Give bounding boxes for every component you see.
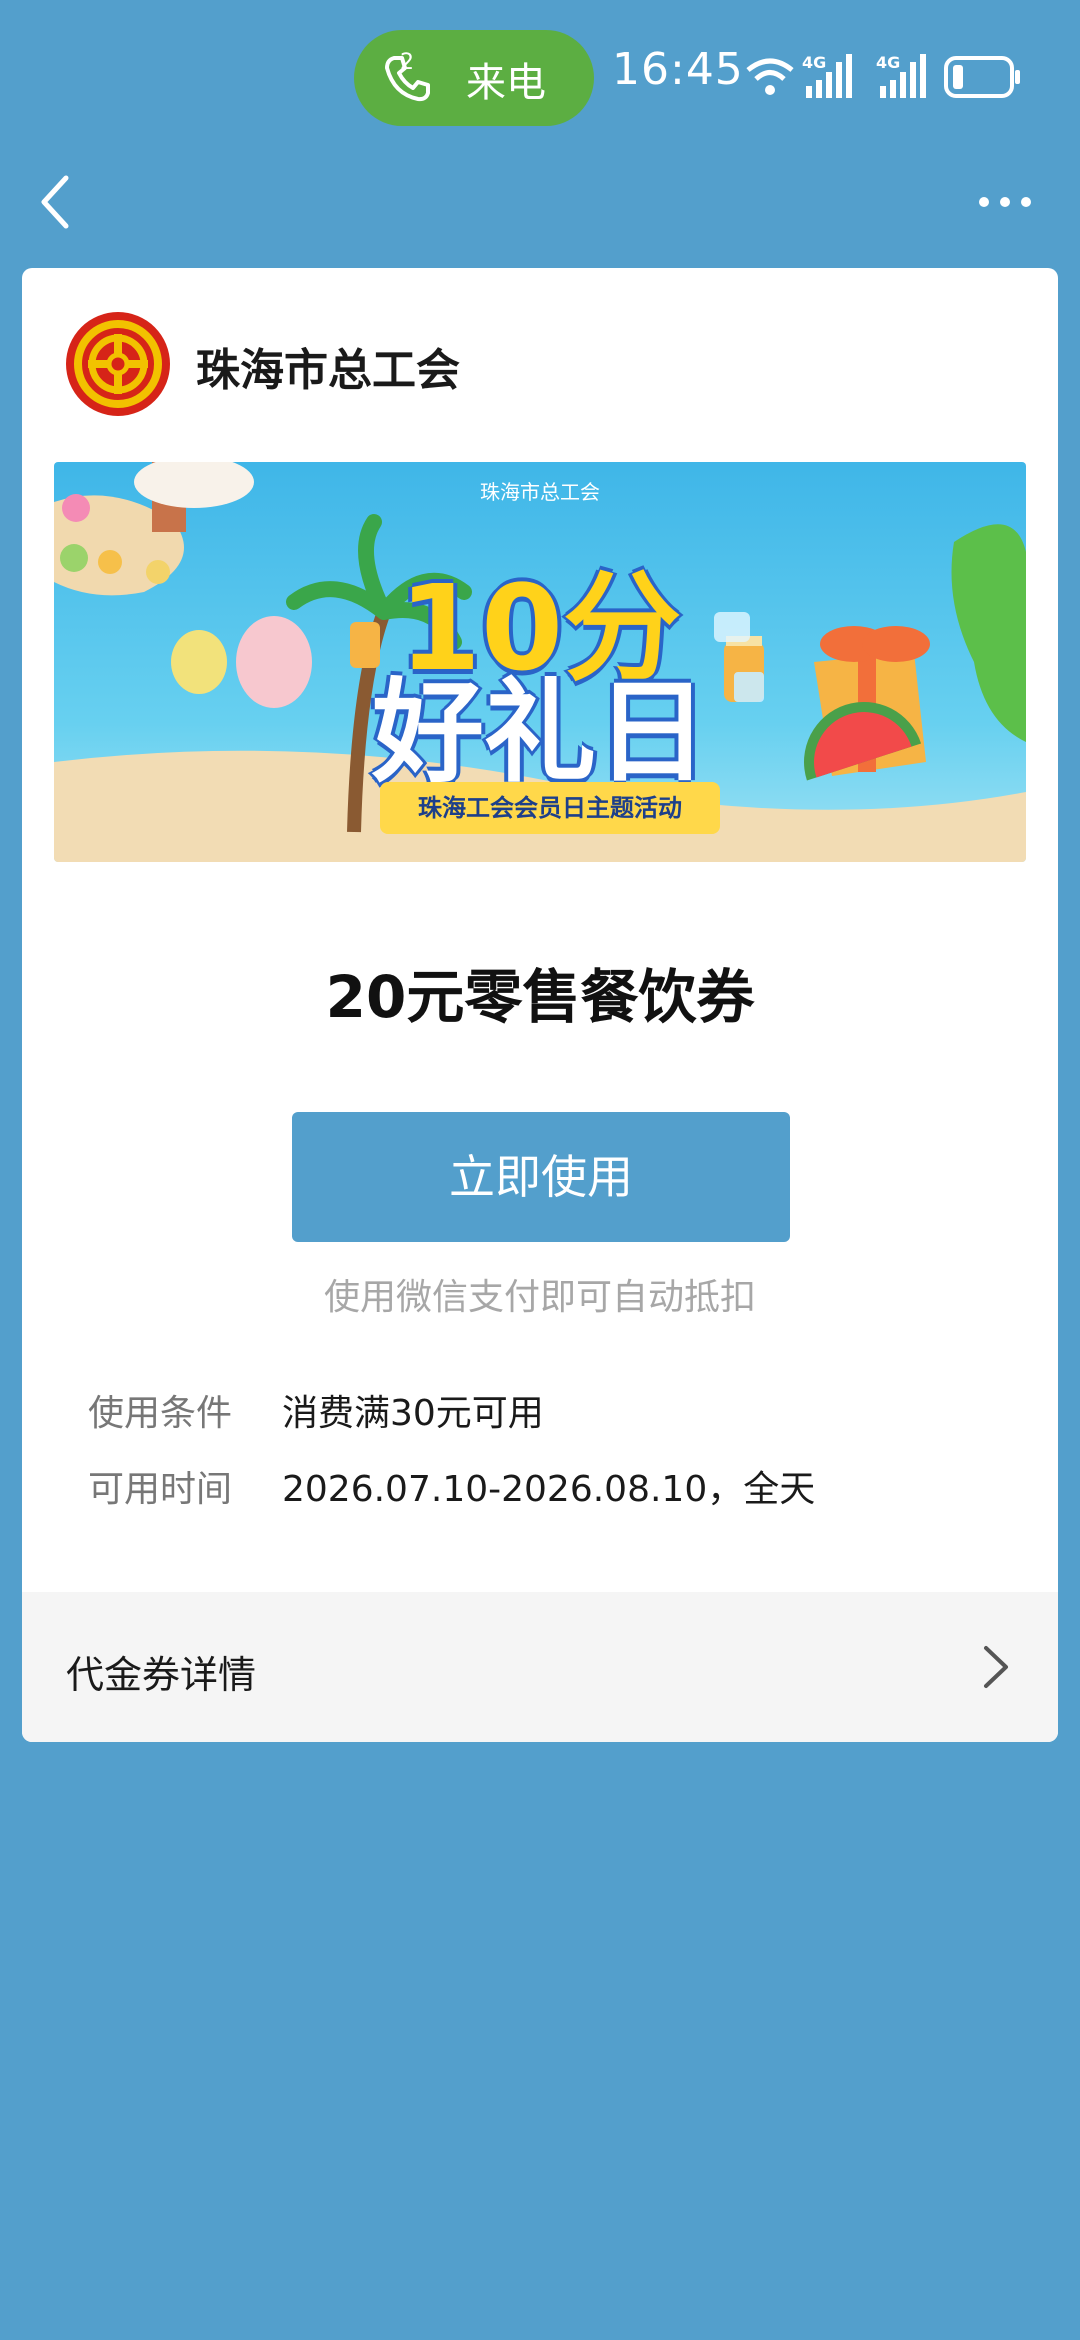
coupon-details-label: 代金券详情 xyxy=(66,1653,257,1697)
org-name: 珠海市总工会 xyxy=(196,345,460,396)
network-label: 4G xyxy=(876,53,900,72)
validity-label: 可用时间 xyxy=(88,1469,233,1510)
coupon-title: 20元零售餐饮券 xyxy=(325,963,755,1031)
wifi-icon xyxy=(746,58,794,95)
back-icon[interactable] xyxy=(36,174,76,230)
banner-org-text: 珠海市总工会 xyxy=(480,480,600,504)
condition-value: 消费满30元可用 xyxy=(282,1393,544,1434)
payment-hint: 使用微信支付即可自动抵扣 xyxy=(323,1277,756,1318)
incoming-call-pill[interactable]: 2 来电 xyxy=(354,30,594,126)
use-now-button[interactable]: 立即使用 xyxy=(292,1112,790,1242)
network-label: 4G xyxy=(802,53,826,72)
coupon-details-row[interactable]: 代金券详情 xyxy=(22,1592,1058,1742)
chevron-right-icon xyxy=(984,1646,1008,1688)
call-count: 2 xyxy=(400,50,414,75)
banner-ribbon: 珠海工会会员日主题活动 xyxy=(380,782,720,834)
call-label: 来电 xyxy=(466,60,546,106)
signal-icon: 4G xyxy=(802,53,852,98)
status-time: 16:45 xyxy=(612,44,744,95)
validity-value: 2026.07.10-2026.08.10，全天 xyxy=(282,1469,816,1510)
promo-banner[interactable]: 珠海市总工会 10分 好礼日 珠海工会会员日主题活动 xyxy=(54,462,1026,862)
coupon-card: 珠海市总工会 珠海市总工会 10分 好礼日 珠海工会会员日主题活动 20元零售餐… xyxy=(22,268,1058,1742)
signal-icon: 4G xyxy=(876,53,926,98)
trade-union-logo-icon xyxy=(66,312,170,416)
battery-icon xyxy=(944,56,1020,98)
condition-label: 使用条件 xyxy=(88,1393,233,1434)
banner-title-line-2: 好礼日 xyxy=(372,668,708,798)
more-icon[interactable] xyxy=(978,190,1032,214)
